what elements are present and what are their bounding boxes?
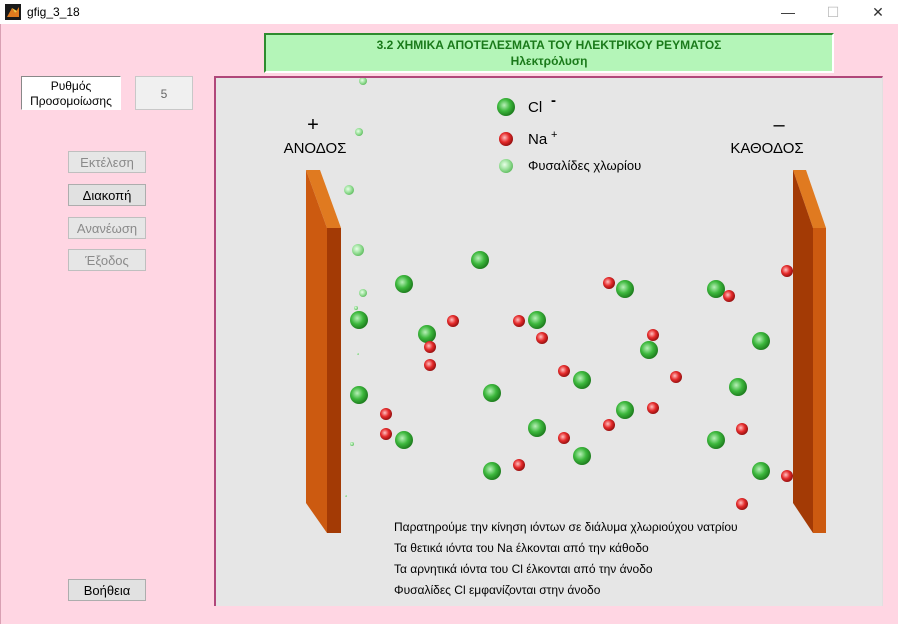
cl-ion [640, 341, 658, 359]
cl-ion [528, 311, 546, 329]
cl-ion [483, 462, 501, 480]
na-ion [380, 408, 392, 420]
chlorine-bubble [350, 442, 354, 446]
na-ion [736, 423, 748, 435]
na-ion [781, 470, 793, 482]
cl-ion [573, 371, 591, 389]
help-button[interactable]: Βοήθεια [68, 579, 146, 601]
anode-label: ΑΝΟΔΟΣ [284, 140, 347, 157]
close-button[interactable]: ✕ [855, 0, 898, 24]
chlorine-bubble [355, 128, 363, 136]
na-ion [603, 277, 615, 289]
legend-na-label: Na [528, 131, 548, 148]
cl-ion [729, 378, 747, 396]
na-ion [603, 419, 615, 431]
matlab-icon [5, 4, 21, 20]
na-ion [558, 365, 570, 377]
title-bar: gfig_3_18 — ☐ ✕ [0, 0, 898, 24]
anode-sign: + [307, 114, 319, 136]
speed-label-line1: Ρυθμός [50, 79, 92, 93]
legend-na-swatch [499, 132, 513, 146]
cl-ion [395, 431, 413, 449]
legend-bubble-label: Φυσαλίδες χλωρίου [528, 158, 641, 173]
speed-label: Ρυθμός Προσομοίωσης [21, 76, 121, 110]
na-ion [513, 459, 525, 471]
exit-button[interactable]: Έξοδος [68, 249, 146, 271]
simulation-canvas: Cl - Na + Φυσαλίδες χλωρίου + ΑΝΟΔΟΣ – Κ… [214, 76, 883, 606]
cl-ion [752, 332, 770, 350]
na-ion [670, 371, 682, 383]
note-line: Φυσαλίδες Cl εμφανίζονται στην άνοδο [394, 583, 601, 597]
notes: Παρατηρούμε την κίνηση ιόντων σε διάλυμα… [394, 520, 738, 597]
legend: Cl - Na + Φυσαλίδες χλωρίου [497, 92, 641, 173]
window-title: gfig_3_18 [27, 5, 80, 19]
na-ion [736, 498, 748, 510]
na-ion [781, 265, 793, 277]
legend-cl-swatch [497, 98, 515, 116]
cathode-label: ΚΑΘΟΔΟΣ [730, 140, 803, 157]
na-ion [424, 359, 436, 371]
chlorine-bubble [345, 495, 347, 497]
na-ion [536, 332, 548, 344]
chlorine-bubble [359, 289, 367, 297]
particles-layer [344, 77, 793, 510]
na-ion [647, 402, 659, 414]
refresh-button[interactable]: Ανανέωση [68, 217, 146, 239]
cl-ion [528, 419, 546, 437]
na-ion [447, 315, 459, 327]
na-ion [558, 432, 570, 444]
anode-plate [306, 170, 341, 533]
page-title: 3.2 ΧΗΜΙΚΑ ΑΠΟΤΕΛΕΣΜΑΤΑ ΤΟΥ ΗΛΕΚΤΡΙΚΟΥ Ρ… [376, 38, 722, 52]
cl-ion [707, 431, 725, 449]
na-ion [424, 341, 436, 353]
cl-ion [418, 325, 436, 343]
chlorine-bubble [359, 77, 367, 85]
cl-ion [395, 275, 413, 293]
run-button[interactable]: Εκτέλεση [68, 151, 146, 173]
cl-ion [483, 384, 501, 402]
speed-input[interactable]: 5 [135, 76, 193, 110]
chlorine-bubble [354, 306, 358, 310]
cathode-plate [793, 170, 826, 533]
na-ion [380, 428, 392, 440]
legend-bubble-swatch [499, 159, 513, 173]
chlorine-bubble [352, 244, 364, 256]
speed-label-line2: Προσομοίωσης [30, 94, 112, 108]
simulation-svg: Cl - Na + Φυσαλίδες χλωρίου + ΑΝΟΔΟΣ – Κ… [284, 77, 826, 597]
cl-ion [707, 280, 725, 298]
cl-ion [752, 462, 770, 480]
note-line: Παρατηρούμε την κίνηση ιόντων σε διάλυμα… [394, 520, 738, 534]
cl-ion [573, 447, 591, 465]
stop-button[interactable]: Διακοπή [68, 184, 146, 206]
cl-ion [616, 280, 634, 298]
page-subtitle: Ηλεκτρόλυση [510, 54, 588, 68]
cathode-sign: – [773, 114, 785, 136]
note-line: Τα αρνητικά ιόντα του Cl έλκονται από τη… [394, 562, 653, 576]
header-banner: 3.2 ΧΗΜΙΚΑ ΑΠΟΤΕΛΕΣΜΑΤΑ ΤΟΥ ΗΛΕΚΤΡΙΚΟΥ Ρ… [264, 33, 834, 73]
minimize-button[interactable]: — [765, 0, 811, 24]
legend-na-charge: + [551, 129, 557, 141]
chlorine-bubble [344, 185, 354, 195]
na-ion [723, 290, 735, 302]
cl-ion [350, 311, 368, 329]
na-ion [513, 315, 525, 327]
legend-cl-label: Cl [528, 99, 542, 116]
maximize-button[interactable]: ☐ [810, 0, 856, 24]
cl-ion [471, 251, 489, 269]
note-line: Τα θετικά ιόντα του Na έλκονται από την … [394, 541, 649, 555]
chlorine-bubble [357, 353, 359, 355]
na-ion [647, 329, 659, 341]
cl-ion [616, 401, 634, 419]
legend-cl-charge: - [551, 92, 556, 109]
cl-ion [350, 386, 368, 404]
